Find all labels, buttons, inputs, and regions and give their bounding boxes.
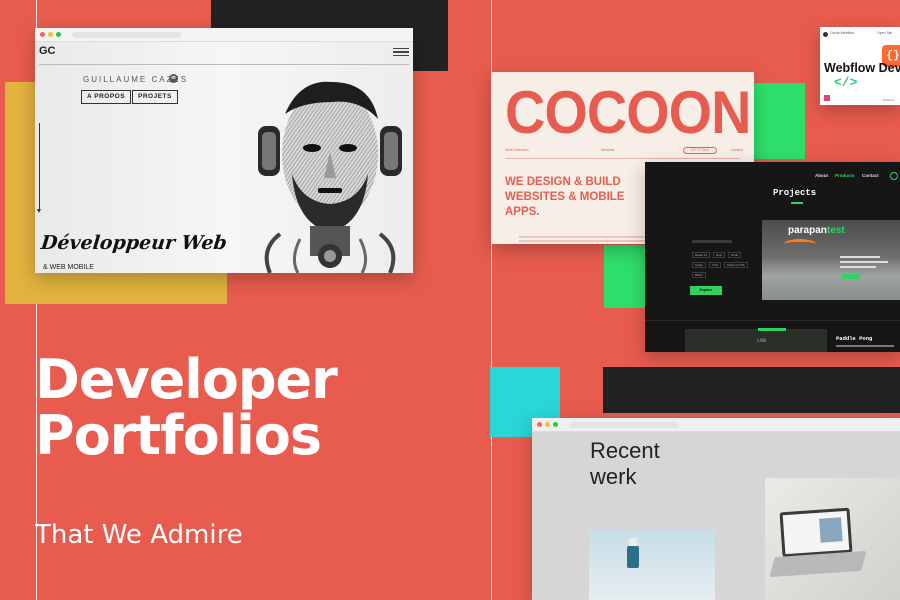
laptop-screen: [782, 510, 850, 555]
project-desc-line: [836, 345, 894, 347]
header-divider: [505, 158, 740, 159]
tech-tag: Tailwind CSS: [724, 262, 748, 268]
project-title-b: test: [826, 225, 845, 236]
paraglider-icon: [784, 239, 816, 249]
green-block-mid: [604, 245, 646, 308]
hero-subtitle: & WEB MOBILE: [43, 264, 94, 271]
project-card-parapan[interactable]: parapantest: [762, 220, 900, 300]
author-name: Clovis Webflow: [830, 31, 854, 35]
nav-link-contact[interactable]: Contact: [862, 173, 879, 178]
title-line-1: Developer: [35, 348, 338, 411]
tech-tag: React JS: [692, 252, 711, 258]
cocoon-topbar: [491, 72, 754, 78]
close-dot-icon[interactable]: [40, 32, 45, 37]
tech-tag: CSS: [709, 262, 722, 268]
card-text-line: [840, 261, 888, 263]
nav-link-products[interactable]: Products: [835, 173, 855, 178]
laptop-icon: [779, 507, 853, 558]
preview-label: LOG: [757, 338, 767, 344]
project-card-title: parapantest: [788, 225, 845, 236]
site-logo[interactable]: GC: [39, 45, 56, 57]
hero-script-title: Développeur Web: [39, 232, 228, 254]
nav-link-contact[interactable]: Contact: [731, 148, 743, 152]
theme-toggle-icon[interactable]: [890, 172, 898, 180]
project-title-paddle-pong: Paddle Pong: [836, 335, 873, 342]
portfolio-window-projects[interactable]: About Products Contact Projects React JS…: [645, 162, 900, 352]
tech-tag: Next: [713, 252, 726, 258]
projects-title: Projects: [773, 188, 817, 198]
dark-block-bottom: [603, 367, 900, 413]
page-title: Developer Portfolios: [35, 348, 338, 467]
maximize-dot-icon[interactable]: [56, 32, 61, 37]
lets-talk-button[interactable]: LET'S TALK: [683, 147, 717, 154]
project-title-a: parapan: [788, 225, 827, 236]
page-subtitle: That We Admire: [35, 520, 243, 550]
nav-link-about[interactable]: About: [815, 173, 828, 178]
header-divider: [39, 64, 409, 65]
card-button[interactable]: [842, 274, 860, 279]
address-bar[interactable]: [72, 31, 182, 38]
portfolio-window-guillaume[interactable]: GC GUILLAUME CAZES m A PROPOS PROJETS Dé…: [35, 28, 413, 273]
portfolio-window-webflow[interactable]: Clovis Webflow Open Tab {} Webflow Dev <…: [820, 27, 900, 105]
tech-tag: Node: [728, 252, 742, 258]
address-bar[interactable]: [569, 421, 679, 428]
section-divider: [645, 320, 900, 321]
bottle-icon: [627, 546, 639, 568]
progress-accent: [758, 328, 786, 331]
cocoon-brand-title: COCOON: [505, 79, 751, 146]
minimize-dot-icon[interactable]: [545, 422, 550, 427]
minimize-dot-icon[interactable]: [48, 32, 53, 37]
figma-icon: [824, 95, 830, 101]
code-icon: </>: [834, 75, 858, 90]
title-underline: [791, 202, 803, 204]
down-arrow-icon: [37, 123, 41, 213]
card-text-line: [840, 256, 880, 258]
green-block-top: [752, 83, 805, 159]
project-preview-box: [685, 329, 827, 352]
browser-bar: [532, 418, 900, 432]
screen-image: [819, 517, 843, 543]
open-tab-link[interactable]: Open Tab: [877, 31, 892, 35]
nav-link-services[interactable]: Services: [601, 148, 614, 152]
browser-bar: [35, 28, 413, 42]
cocoon-headline: WE DESIGN & BUILD WEBSITES & MOBILE APPS…: [505, 176, 625, 218]
webflow-topbar: Clovis Webflow Open Tab: [823, 31, 900, 39]
nav-button-about[interactable]: A PROPOS: [81, 90, 132, 104]
cyborg-portrait-illustration: [258, 81, 402, 273]
card-text-line: [840, 266, 876, 268]
close-dot-icon[interactable]: [537, 422, 542, 427]
hamburger-icon[interactable]: [393, 48, 409, 56]
explore-button[interactable]: Explore: [690, 286, 722, 295]
tech-tag: Strapi: [692, 262, 706, 268]
product-photo-bottle[interactable]: [589, 530, 715, 600]
heading-line-2: werk: [590, 464, 637, 489]
nav-button-projects[interactable]: PROJETS: [132, 90, 178, 104]
project-heading-bar: [692, 240, 732, 243]
recent-werk-heading: Recent werk: [590, 438, 660, 490]
nav-link-work[interactable]: Work Overview: [505, 148, 529, 152]
tech-tag: REST: [692, 272, 707, 278]
portfolio-window-recent-werk[interactable]: Recent werk: [532, 418, 900, 600]
webflow-footer: Webflow: [882, 98, 894, 102]
heading-line-1: Recent: [590, 438, 660, 463]
product-photo-laptop[interactable]: [765, 478, 900, 600]
title-line-2: Portfolios: [35, 404, 322, 467]
name-badge-icon: m: [169, 74, 178, 83]
maximize-dot-icon[interactable]: [553, 422, 558, 427]
webflow-title: Webflow Dev: [824, 61, 900, 75]
